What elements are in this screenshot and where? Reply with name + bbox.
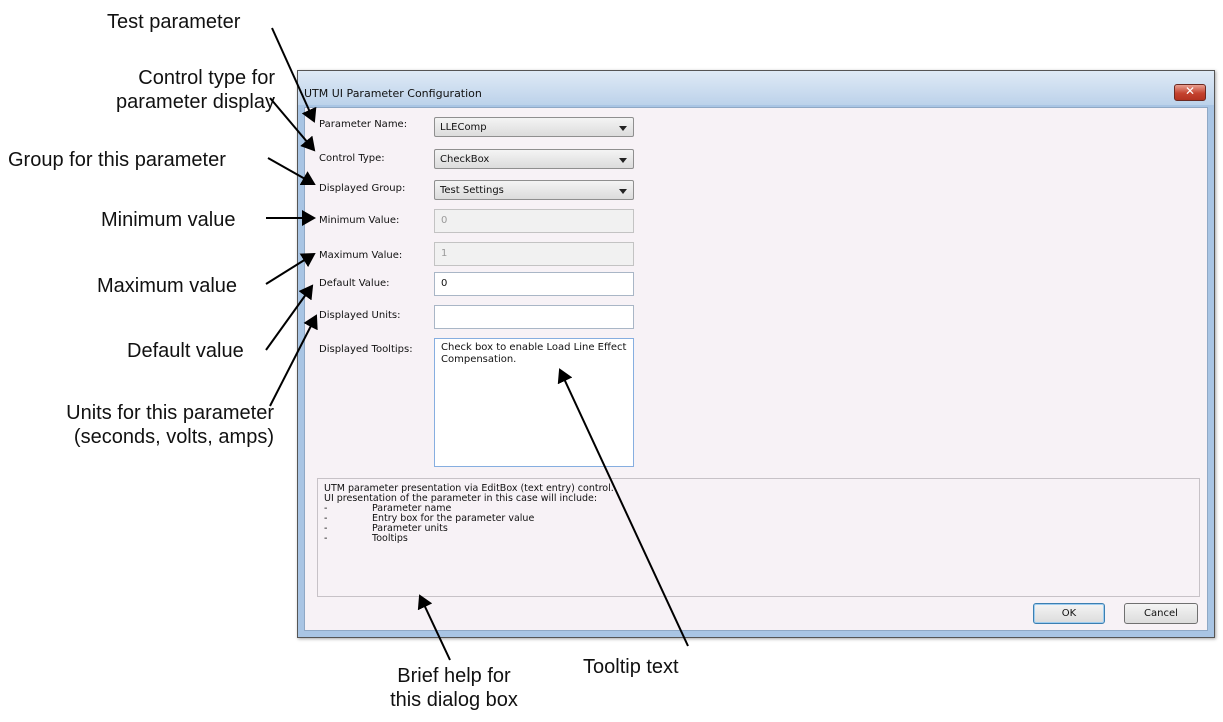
- chevron-down-icon: [619, 126, 627, 131]
- bullet-dash: -: [324, 503, 328, 514]
- minimum-value-field[interactable]: 0: [434, 209, 634, 233]
- callout-brief-help-line2: this dialog box: [390, 689, 518, 711]
- callout-group: Group for this parameter: [8, 149, 226, 171]
- callout-control-type: Control type for parameter display: [90, 66, 275, 114]
- dialog-title: UTM UI Parameter Configuration: [304, 87, 482, 100]
- callout-units: Units for this parameter (seconds, volts…: [4, 401, 274, 449]
- parameter-name-value: LLEComp: [440, 122, 487, 133]
- callout-brief-help-line1: Brief help for: [397, 665, 511, 687]
- parameter-config-dialog: UTM UI Parameter Configuration ✕ Paramet…: [297, 70, 1215, 638]
- maximum-value-field[interactable]: 1: [434, 242, 634, 266]
- displayed-group-label: Displayed Group:: [319, 183, 406, 194]
- bullet-dash: -: [324, 513, 328, 524]
- maximum-value-label: Maximum Value:: [319, 250, 403, 261]
- chevron-down-icon: [619, 158, 627, 163]
- minimum-value-label: Minimum Value:: [319, 215, 400, 226]
- parameter-name-label: Parameter Name:: [319, 119, 408, 130]
- annotated-screenshot: Test parameter Control type for paramete…: [0, 0, 1223, 722]
- help-bullet: - Entry box for the parameter value: [324, 514, 1193, 524]
- ok-button[interactable]: OK: [1033, 603, 1105, 624]
- parameter-name-select[interactable]: LLEComp: [434, 117, 634, 137]
- help-line-2: UI presentation of the parameter in this…: [324, 493, 598, 504]
- control-type-value: CheckBox: [440, 154, 490, 165]
- callout-tooltip-text: Tooltip text: [583, 656, 679, 678]
- displayed-tooltips-field[interactable]: Check box to enable Load Line Effect Com…: [434, 338, 634, 467]
- callout-minimum-value: Minimum value: [101, 209, 236, 231]
- close-icon: ✕: [1184, 84, 1196, 98]
- close-button[interactable]: ✕: [1174, 84, 1206, 101]
- dialog-content: Parameter Name: LLEComp Control Type: Ch…: [304, 107, 1208, 631]
- bullet-dash: -: [324, 533, 328, 544]
- default-value-field[interactable]: 0: [434, 272, 634, 296]
- callout-test-parameter: Test parameter: [107, 11, 241, 33]
- callout-units-line2: (seconds, volts, amps): [73, 426, 274, 448]
- title-bar[interactable]: UTM UI Parameter Configuration ✕: [298, 71, 1214, 105]
- help-bullet-text: Tooltips: [372, 533, 408, 544]
- help-bullet: - Parameter units: [324, 524, 1193, 534]
- cancel-button[interactable]: Cancel: [1124, 603, 1198, 624]
- control-type-label: Control Type:: [319, 153, 385, 164]
- help-text-box: UTM parameter presentation via EditBox (…: [317, 478, 1200, 597]
- chevron-down-icon: [619, 189, 627, 194]
- callout-control-type-line1: Control type for: [138, 67, 275, 89]
- control-type-select[interactable]: CheckBox: [434, 149, 634, 169]
- displayed-units-label: Displayed Units:: [319, 310, 401, 321]
- displayed-tooltips-label: Displayed Tooltips:: [319, 344, 413, 355]
- callout-units-line1: Units for this parameter: [66, 402, 274, 424]
- callout-control-type-line2: parameter display: [116, 91, 275, 113]
- callout-maximum-value: Maximum value: [97, 275, 238, 297]
- bullet-dash: -: [324, 523, 328, 534]
- help-bullet: - Tooltips: [324, 534, 1193, 544]
- default-value-label: Default Value:: [319, 278, 390, 289]
- callout-brief-help: Brief help for this dialog box: [378, 664, 530, 712]
- callout-default-value: Default value: [127, 340, 244, 362]
- displayed-group-select[interactable]: Test Settings: [434, 180, 634, 200]
- displayed-units-field[interactable]: [434, 305, 634, 329]
- displayed-group-value: Test Settings: [440, 185, 504, 196]
